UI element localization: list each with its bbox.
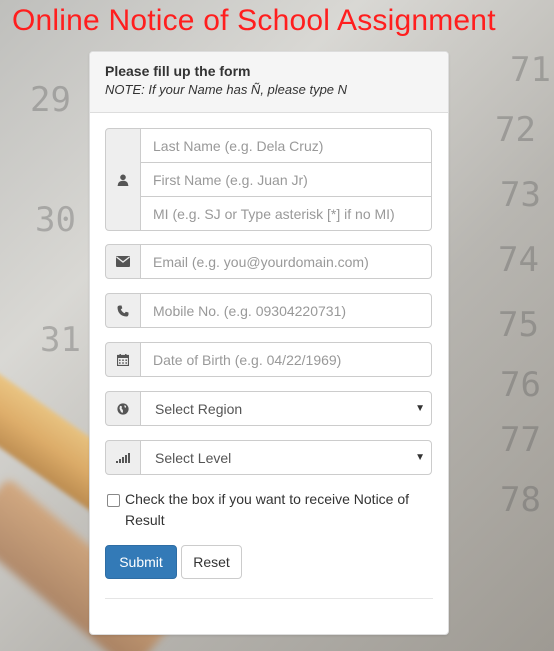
- email-input[interactable]: Email (e.g. you@yourdomain.com): [140, 244, 432, 279]
- middle-initial-input[interactable]: MI (e.g. SJ or Type asterisk [*] if no M…: [140, 196, 432, 231]
- region-select[interactable]: Select Region ▼: [140, 391, 432, 426]
- level-select[interactable]: Select Level ▼: [140, 440, 432, 475]
- dob-group: Date of Birth (e.g. 04/22/1969): [105, 342, 432, 377]
- last-name-input[interactable]: Last Name (e.g. Dela Cruz): [140, 128, 432, 163]
- form-heading: Please fill up the form: [105, 63, 251, 79]
- signal-icon: [105, 440, 141, 475]
- divider: [105, 598, 433, 599]
- globe-icon: [105, 391, 141, 426]
- page-title: Online Notice of School Assignment: [12, 4, 496, 37]
- envelope-icon: [105, 244, 141, 279]
- first-name-input[interactable]: First Name (e.g. Juan Jr): [140, 162, 432, 197]
- notice-checkbox-row: Check the box if you want to receive Not…: [105, 489, 435, 531]
- phone-icon: [105, 293, 141, 328]
- panel-heading: Please fill up the form NOTE: If your Na…: [90, 52, 448, 113]
- notice-checkbox-label[interactable]: Check the box if you want to receive Not…: [105, 489, 435, 531]
- calendar-icon: [105, 342, 141, 377]
- region-select-value: Select Region: [155, 400, 243, 417]
- chevron-down-icon: ▼: [415, 452, 425, 463]
- mobile-group: Mobile No. (e.g. 09304220731): [105, 293, 432, 328]
- form-note: NOTE: If your Name has Ñ, please type N: [105, 82, 348, 97]
- user-icon: [105, 128, 141, 231]
- dob-input[interactable]: Date of Birth (e.g. 04/22/1969): [140, 342, 432, 377]
- notice-checkbox[interactable]: [107, 494, 120, 507]
- form-panel: Please fill up the form NOTE: If your Na…: [89, 51, 449, 635]
- region-group: Select Region ▼: [105, 391, 432, 426]
- chevron-down-icon: ▼: [415, 403, 425, 414]
- name-group: Last Name (e.g. Dela Cruz) First Name (e…: [105, 128, 432, 231]
- submit-button[interactable]: Submit: [105, 545, 177, 579]
- mobile-input[interactable]: Mobile No. (e.g. 09304220731): [140, 293, 432, 328]
- email-group: Email (e.g. you@yourdomain.com): [105, 244, 432, 279]
- level-group: Select Level ▼: [105, 440, 432, 475]
- level-select-value: Select Level: [155, 449, 232, 466]
- reset-button[interactable]: Reset: [181, 545, 242, 579]
